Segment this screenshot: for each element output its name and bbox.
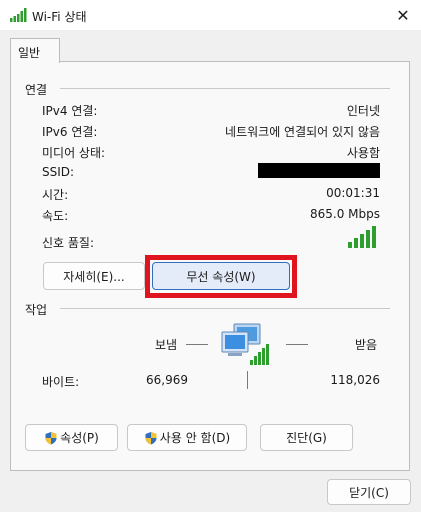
properties-button-label: 속성(P) [60, 431, 99, 445]
bytes-label: 바이트: [42, 375, 80, 389]
uac-shield-icon [45, 431, 57, 444]
properties-button[interactable]: 속성(P) [25, 424, 118, 451]
signal-quality-label: 신호 품질: [42, 236, 95, 250]
network-computers-icon [221, 323, 269, 365]
media-state-label: 미디어 상태: [42, 146, 106, 160]
title-bar: Wi-Fi 상태 ✕ [0, 0, 421, 30]
wifi-signal-icon [10, 8, 27, 22]
diagnose-button-label: 진단(G) [286, 431, 327, 445]
ssid-label: SSID: [42, 165, 75, 179]
disable-button-label: 사용 안 함(D) [159, 431, 231, 445]
highlight-box [145, 255, 297, 298]
ssid-redacted-value [258, 163, 380, 178]
connection-group-label: 연결 [25, 83, 48, 97]
ipv6-value: 네트워크에 연결되어 있지 않음 [225, 125, 380, 139]
ipv6-label: IPv6 연결: [42, 125, 98, 139]
window-title: Wi-Fi 상태 [32, 10, 87, 24]
details-button[interactable]: 자세히(E)... [43, 262, 145, 290]
speed-label: 속도: [42, 209, 69, 223]
close-window-button[interactable]: ✕ [385, 0, 421, 30]
bytes-sent-value: 66,969 [146, 373, 188, 387]
activity-group-divider [60, 308, 390, 309]
media-state-value: 사용함 [346, 146, 380, 160]
tab-general[interactable]: 일반 [10, 38, 60, 63]
signal-quality-icon [348, 226, 376, 248]
ipv4-value: 인터넷 [346, 104, 380, 118]
disable-button[interactable]: 사용 안 함(D) [127, 424, 247, 451]
close-icon: ✕ [396, 5, 410, 25]
close-button[interactable]: 닫기(C) [327, 479, 411, 505]
ipv4-label: IPv4 연결: [42, 104, 98, 118]
bytes-received-value: 118,026 [330, 373, 380, 387]
close-button-label: 닫기(C) [349, 485, 389, 500]
connection-group-divider [60, 88, 390, 89]
received-line [286, 344, 308, 345]
speed-value: 865.0 Mbps [309, 207, 380, 221]
bytes-divider [247, 371, 248, 389]
diagnose-button[interactable]: 진단(G) [260, 424, 353, 451]
activity-group-label: 작업 [25, 303, 48, 317]
sent-label: 보냄 [155, 338, 178, 352]
uac-shield-icon [145, 431, 157, 444]
duration-label: 시간: [42, 188, 69, 202]
received-label: 받음 [355, 338, 378, 352]
tab-general-label: 일반 [18, 46, 41, 60]
duration-value: 00:01:31 [326, 186, 380, 200]
sent-line [186, 344, 208, 345]
details-button-label: 자세히(E)... [63, 269, 125, 284]
